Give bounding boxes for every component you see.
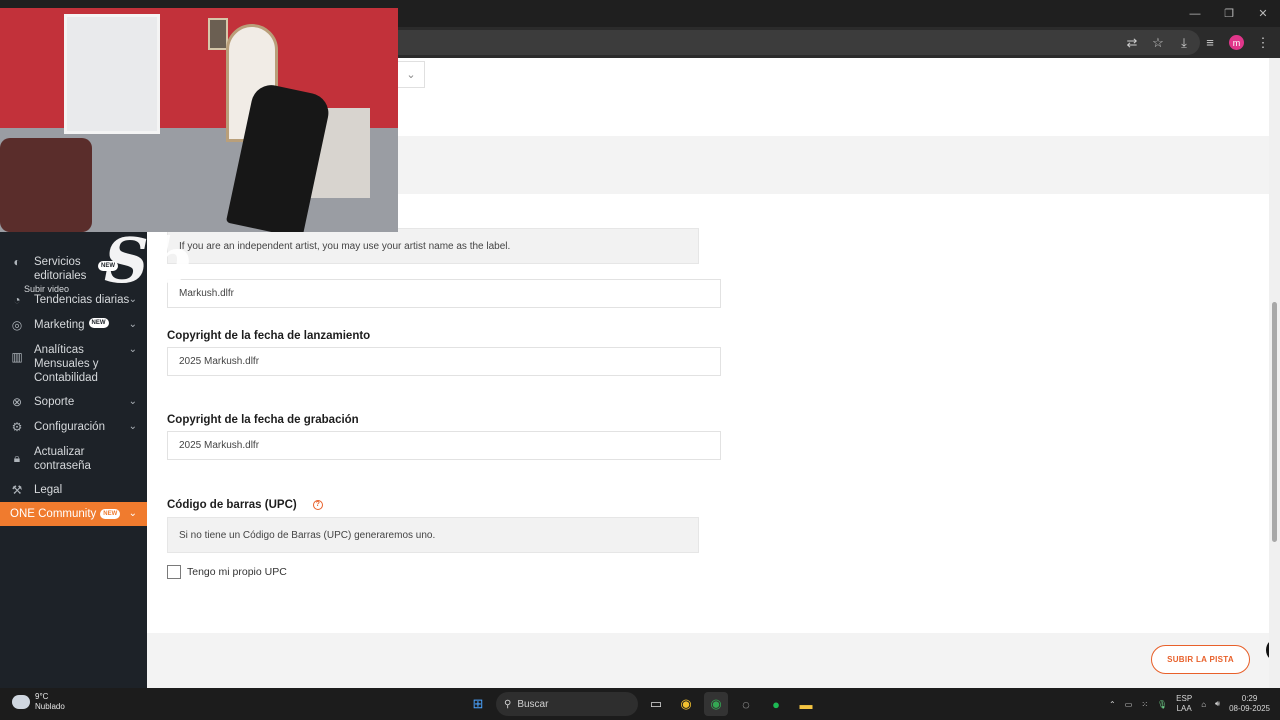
webcam-picture-frame (208, 18, 228, 50)
volume-icon[interactable]: 🔊︎ (1215, 699, 1220, 709)
network-icon[interactable]: ⌂ (1201, 700, 1206, 709)
release-copyright-label: Copyright de la fecha de lanzamiento (167, 330, 371, 342)
own-upc-option[interactable]: Tengo mi propio UPC (167, 565, 287, 579)
sidebar-item-one-community[interactable]: ONE Community NEW ⌄ (0, 502, 147, 526)
profile-avatar[interactable]: m (1229, 35, 1244, 50)
dropdown-toggle[interactable]: ⌄ (397, 61, 425, 88)
chevron-down-icon: ⌄ (128, 319, 137, 330)
sidebar-item-settings[interactable]: ⚙ Configuración ⌄ (0, 420, 147, 434)
taskbar-search[interactable]: ⚲ Buscar (496, 692, 638, 716)
sidebar-item-label: ONE Community (10, 508, 97, 520)
spotify-icon[interactable]: ● (764, 692, 788, 716)
translate-icon[interactable]: ⇄ (1121, 32, 1143, 54)
recording-copyright-label: Copyright de la fecha de grabación (167, 414, 359, 426)
clock-time: 0:29 (1241, 694, 1258, 703)
sidebar-item-label: Configuración (34, 421, 105, 433)
upc-label: Código de barras (UPC) (167, 499, 297, 511)
sidebar-item-support[interactable]: ⊗ Soporte ⌄ (0, 395, 147, 409)
lang-code: ESP (1176, 694, 1193, 703)
clock-date: 08-09-2025 (1229, 704, 1270, 713)
sidebar-item-label: Servicios editoriales (34, 256, 87, 282)
recording-copyright-input[interactable]: 2025 Markush.dlfr (167, 431, 721, 460)
chevron-down-icon: ⌄ (128, 421, 137, 432)
layout-code: LAA (1176, 704, 1192, 713)
sidebar-item-label: Actualizar contraseña (34, 446, 91, 472)
webcam-door (64, 14, 160, 134)
gavel-icon: ⚒ (11, 483, 23, 497)
language-indicator[interactable]: ESP LAA (1176, 694, 1192, 714)
analytics-icon: ▥ (11, 350, 23, 364)
gear-icon: ⚙ (11, 420, 23, 434)
sidebar-item-update-password[interactable]: 🔒︎ Actualizar contraseña (0, 445, 147, 473)
minimize-button[interactable]: — (1178, 0, 1212, 27)
webcam-sofa (0, 138, 92, 232)
chevron-down-icon: ⌄ (128, 396, 137, 407)
taskbar-apps: ⊞ ⚲ Buscar ▭ ◉ ◉ ◌ ● ▬ (466, 691, 818, 717)
lock-icon: 🔒︎ (13, 451, 21, 465)
label-name-input[interactable]: Markush.dlfr (167, 279, 721, 308)
weather-temp: 9°C (35, 692, 49, 701)
restore-button[interactable]: ❐ (1212, 0, 1246, 27)
target-icon: ◎ (11, 318, 23, 332)
new-badge: NEW (100, 509, 121, 519)
file-explorer-icon[interactable]: ▬ (794, 692, 818, 716)
chevron-down-icon: ⌄ (406, 69, 416, 81)
webcam-overlay (0, 8, 398, 232)
chrome-active-icon[interactable]: ◉ (704, 692, 728, 716)
support-icon: ⊗ (11, 395, 23, 409)
editorial-icon: ◐ (13, 255, 21, 269)
apps-grid-icon[interactable]: ⁙ (1141, 700, 1148, 709)
bookmark-star-icon[interactable]: ☆ (1147, 32, 1169, 54)
sidebar-item-legal[interactable]: ⚒ Legal (0, 483, 147, 497)
system-tray: ⌃ ▭ ⁙ 🎙︎ ESP LAA ⌂ 🔊︎ 0:29 08-09-2025 (1109, 691, 1270, 717)
window-controls: — ❐ ✕ (1178, 0, 1280, 27)
chrome-icon[interactable]: ◉ (674, 692, 698, 716)
task-view-icon[interactable]: ▭ (644, 692, 668, 716)
chevron-down-icon: ⌄ (128, 344, 137, 355)
browser-menu-icon[interactable]: ⋮ (1252, 32, 1274, 54)
trends-icon: ◔ (13, 293, 21, 307)
sidebar-item-label: Soporte (34, 396, 75, 408)
battery-icon[interactable]: ▭ (1125, 700, 1133, 709)
label-info-box: If you are an independent artist, you ma… (167, 228, 699, 264)
sidebar-item-label: Legal (34, 484, 63, 496)
sidebar-item-label: Marketing (34, 319, 85, 331)
download-icon[interactable]: ⤓ (1173, 32, 1195, 54)
cloud-icon (12, 695, 30, 709)
obs-icon[interactable]: ◌ (734, 692, 758, 716)
scrollbar-thumb[interactable] (1272, 302, 1277, 542)
windows-taskbar: 9°C Nublado ⊞ ⚲ Buscar ▭ ◉ ◉ ◌ ● ▬ ⌃ ▭ ⁙… (0, 688, 1280, 720)
logo-watermark: Sb (104, 224, 193, 297)
upc-heading: Código de barras (UPC)? (167, 499, 323, 511)
media-controls-icon[interactable]: ≡ (1199, 32, 1221, 54)
page-scrollbar[interactable] (1269, 58, 1280, 688)
close-window-button[interactable]: ✕ (1246, 0, 1280, 27)
weather-desc: Nublado (35, 702, 65, 711)
help-icon[interactable]: ? (312, 499, 323, 510)
chevron-down-icon: ⌄ (128, 508, 137, 519)
sidebar-item-label: Analíticas Mensuales y Contabilidad (34, 344, 99, 384)
weather-widget[interactable]: 9°C Nublado (12, 692, 65, 712)
sidebar-item-analytics[interactable]: ▥ Analíticas Mensuales y Contabilidad ⌄ (0, 343, 147, 385)
own-upc-label: Tengo mi propio UPC (187, 566, 287, 578)
upc-info-box: Si no tiene un Código de Barras (UPC) ge… (167, 517, 699, 553)
sidebar-item-marketing[interactable]: ◎ Marketing NEW ⌄ (0, 318, 147, 332)
chevron-up-icon[interactable]: ⌃ (1109, 700, 1116, 709)
release-copyright-input[interactable]: 2025 Markush.dlfr (167, 347, 721, 376)
clock[interactable]: 0:29 08-09-2025 (1229, 694, 1270, 714)
microphone-icon[interactable]: 🎙︎ (1157, 700, 1167, 709)
windows-start-icon[interactable]: ⊞ (466, 692, 490, 716)
address-bar[interactable] (360, 30, 1200, 55)
toolbar-icons: ⇄ ☆ ⤓ ≡ m ⋮ (1121, 27, 1274, 58)
own-upc-checkbox[interactable] (167, 565, 181, 579)
upload-track-button[interactable]: SUBIR LA PISTA (1151, 645, 1250, 674)
new-badge: NEW (88, 318, 109, 328)
search-icon: ⚲ (504, 698, 512, 710)
form-footer (147, 633, 1269, 688)
search-placeholder: Buscar (517, 698, 549, 710)
